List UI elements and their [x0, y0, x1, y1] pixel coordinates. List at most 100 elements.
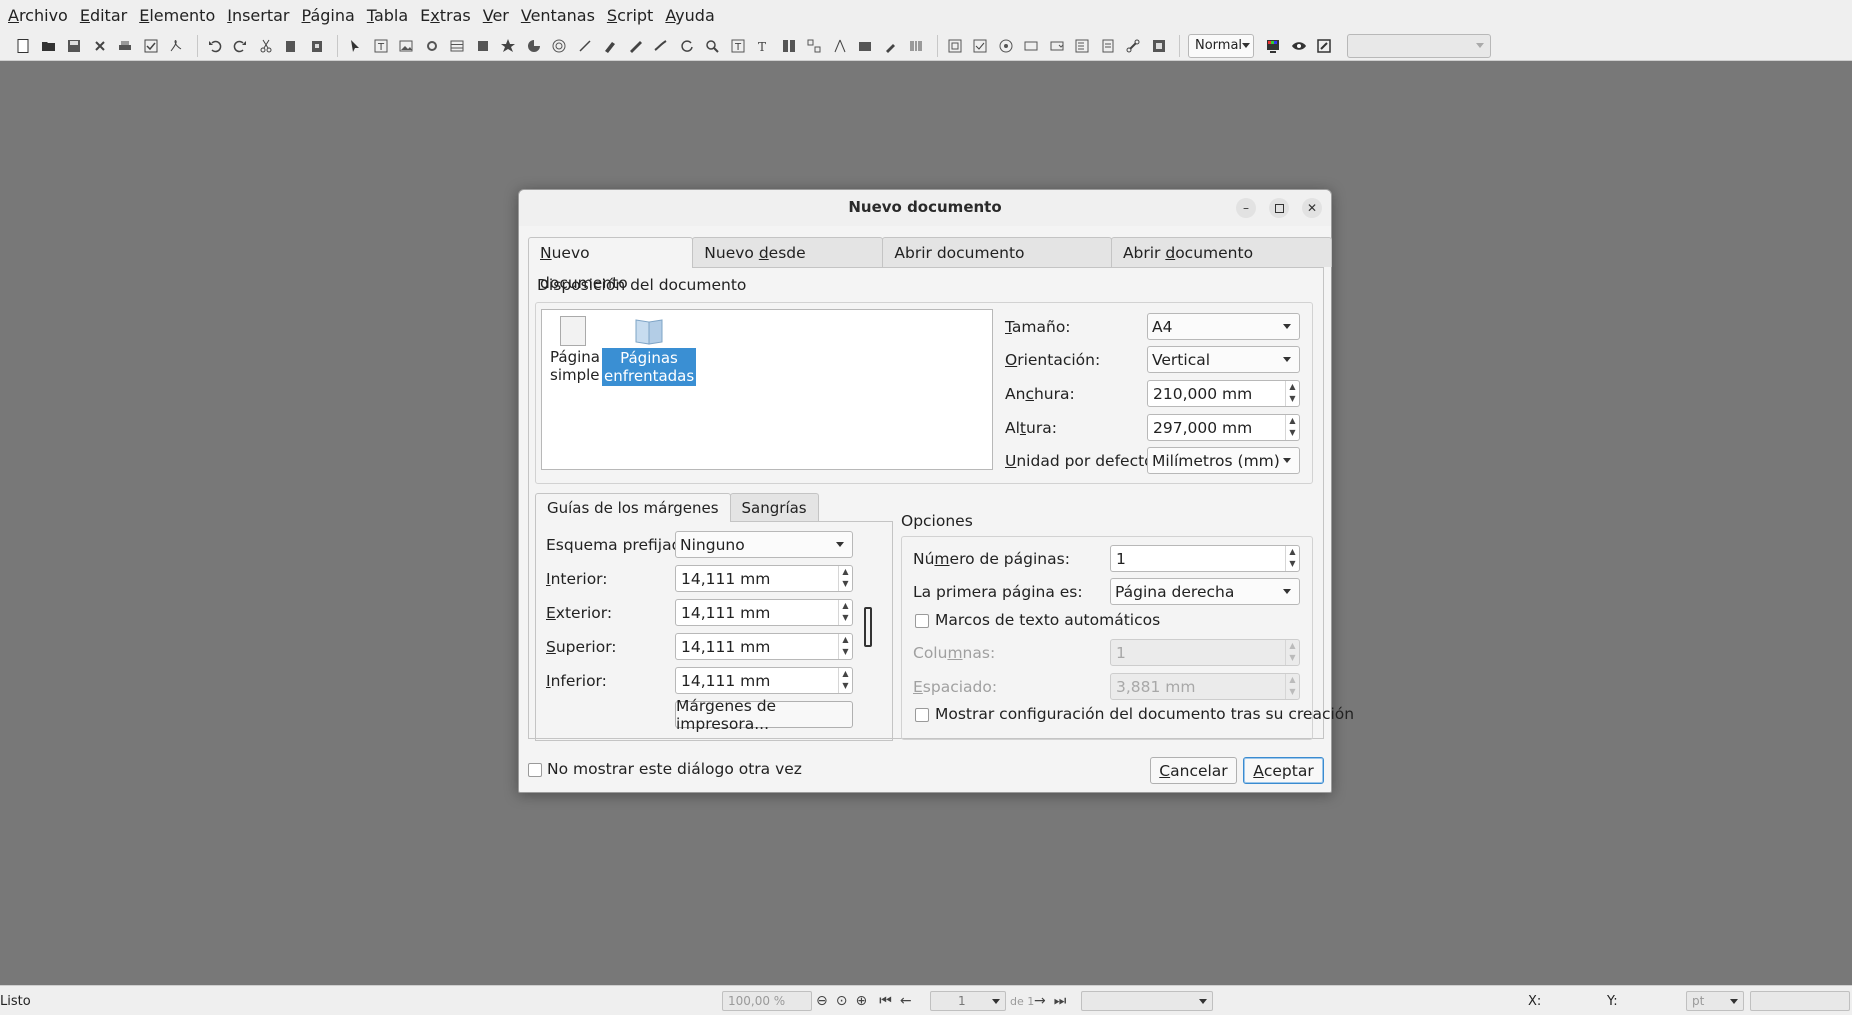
- pdf-combo-box-icon[interactable]: [1046, 35, 1068, 57]
- size-select[interactable]: A4: [1147, 313, 1300, 340]
- line-icon[interactable]: [574, 35, 596, 57]
- top-margin-input[interactable]: 14,111 mm ▲ ▼: [675, 633, 853, 660]
- link-margins-chain-icon[interactable]: [864, 607, 872, 647]
- menu-item[interactable]: Archivo: [2, 0, 74, 31]
- edit-text-icon[interactable]: T: [727, 35, 749, 57]
- menu-item[interactable]: Insertar: [221, 0, 295, 31]
- minimize-button[interactable]: –: [1236, 198, 1256, 218]
- shape-icon[interactable]: [472, 35, 494, 57]
- preview-eye-icon[interactable]: [1288, 35, 1310, 57]
- link-frames-icon[interactable]: [778, 35, 800, 57]
- pdf-list-box-icon[interactable]: [1071, 35, 1093, 57]
- pdf-push-button-icon[interactable]: [944, 35, 966, 57]
- previous-page-icon[interactable]: ←: [900, 993, 912, 1009]
- spin-arrows-icon[interactable]: ▲ ▼: [1285, 381, 1299, 406]
- width-input[interactable]: 210,000 mm ▲ ▼: [1147, 380, 1300, 407]
- spin-arrows-icon[interactable]: ▲ ▼: [838, 566, 852, 591]
- menu-item[interactable]: Tabla: [361, 0, 414, 31]
- zoom-out-icon[interactable]: ⊖: [816, 993, 828, 1009]
- eyedropper-icon[interactable]: [880, 35, 902, 57]
- spacing-input[interactable]: 3,881 mm ▲ ▼: [1110, 673, 1300, 700]
- close-document-icon[interactable]: [89, 35, 111, 57]
- calligraphic-icon[interactable]: [650, 35, 672, 57]
- tab-margin-guides[interactable]: Guías de los márgenes: [535, 493, 731, 522]
- print-icon[interactable]: [114, 35, 136, 57]
- bottom-margin-input[interactable]: 14,111 mm ▲ ▼: [675, 667, 853, 694]
- page-select[interactable]: 1: [930, 991, 1006, 1011]
- next-page-icon[interactable]: →: [1034, 993, 1046, 1009]
- edit-text-story-icon[interactable]: T: [752, 35, 774, 57]
- edit-mode-icon[interactable]: [1313, 35, 1335, 57]
- pdf-annotation-icon[interactable]: [1148, 35, 1170, 57]
- num-pages-input[interactable]: 1 ▲ ▼: [1110, 545, 1300, 572]
- new-document-icon[interactable]: [12, 35, 34, 57]
- arc-icon[interactable]: [523, 35, 545, 57]
- spin-arrows-icon[interactable]: ▲ ▼: [1285, 674, 1299, 699]
- dont-show-checkbox[interactable]: [528, 763, 542, 777]
- tab-open-recent[interactable]: Abrir documento reciente: [1110, 237, 1333, 292]
- first-page-select[interactable]: Página derecha: [1110, 578, 1300, 605]
- menu-item[interactable]: Ver: [477, 0, 515, 31]
- measure-icon[interactable]: [829, 35, 851, 57]
- accept-button[interactable]: Aceptar: [1243, 757, 1324, 784]
- barcode-icon[interactable]: [905, 35, 927, 57]
- zoom-reset-icon[interactable]: ⊙: [836, 993, 848, 1009]
- cut-icon[interactable]: [255, 35, 277, 57]
- open-folder-icon[interactable]: [38, 35, 60, 57]
- tab-new-document[interactable]: Nuevo documento: [528, 237, 694, 292]
- spin-arrows-icon[interactable]: ▲ ▼: [838, 634, 852, 659]
- spin-arrows-icon[interactable]: ▲ ▼: [1285, 546, 1299, 571]
- columns-input[interactable]: 1 ▲ ▼: [1110, 639, 1300, 666]
- pdf-text-field-icon[interactable]: [1020, 35, 1042, 57]
- save-icon[interactable]: [63, 35, 85, 57]
- menu-item[interactable]: Ayuda: [659, 0, 720, 31]
- unit-select[interactable]: Milímetros (mm): [1147, 447, 1300, 474]
- color-management-icon[interactable]: [1262, 35, 1284, 57]
- paste-icon[interactable]: [306, 35, 328, 57]
- menu-item[interactable]: Script: [601, 0, 659, 31]
- pdf-radio-icon[interactable]: [995, 35, 1017, 57]
- freehand-icon[interactable]: [625, 35, 647, 57]
- menu-item[interactable]: Elemento: [133, 0, 221, 31]
- preset-select[interactable]: Ninguno: [675, 531, 853, 558]
- maximize-button[interactable]: [1269, 198, 1289, 218]
- menu-item[interactable]: Ventanas: [515, 0, 601, 31]
- spin-arrows-icon[interactable]: ▲ ▼: [1285, 640, 1299, 665]
- height-input[interactable]: 297,000 mm ▲ ▼: [1147, 414, 1300, 441]
- first-page-icon[interactable]: ⏮: [879, 993, 892, 1009]
- layout-single-page[interactable]: Página simple: [550, 316, 600, 384]
- unit-select[interactable]: pt: [1686, 991, 1744, 1011]
- tab-bleeds[interactable]: Sangrías: [729, 493, 819, 521]
- copy-icon[interactable]: [280, 35, 302, 57]
- table-icon[interactable]: [446, 35, 468, 57]
- show-config-checkbox[interactable]: [915, 708, 929, 722]
- inner-margin-input[interactable]: 14,111 mm ▲ ▼: [675, 565, 853, 592]
- unlink-frames-icon[interactable]: [803, 35, 825, 57]
- spin-arrows-icon[interactable]: ▲ ▼: [1285, 415, 1299, 440]
- preflight-check-icon[interactable]: [140, 35, 162, 57]
- zoom-in-icon[interactable]: ⊕: [855, 993, 867, 1009]
- menu-item[interactable]: Editar: [74, 0, 133, 31]
- last-page-icon[interactable]: ⏭: [1054, 993, 1067, 1009]
- menu-item[interactable]: Extras: [414, 0, 477, 31]
- undo-icon[interactable]: [204, 35, 226, 57]
- image-frame-icon[interactable]: [395, 35, 417, 57]
- preview-visual-select[interactable]: [1346, 33, 1491, 58]
- menu-item[interactable]: Página: [296, 0, 361, 31]
- cancel-button[interactable]: Cancelar: [1150, 757, 1237, 784]
- copy-properties-icon[interactable]: [854, 35, 876, 57]
- zoom-icon[interactable]: [701, 35, 723, 57]
- pdf-link-icon[interactable]: [1122, 35, 1144, 57]
- text-frame-icon[interactable]: T: [370, 35, 392, 57]
- layout-list[interactable]: Página simple Páginas enfrentadas: [541, 309, 993, 470]
- polygon-star-icon[interactable]: [497, 35, 519, 57]
- rotate-icon[interactable]: [676, 35, 698, 57]
- printer-margins-button[interactable]: Márgenes de impresora...: [675, 697, 853, 733]
- view-mode-select[interactable]: Normal: [1188, 33, 1254, 58]
- orientation-select[interactable]: Vertical: [1147, 346, 1300, 373]
- select-pointer-icon[interactable]: [344, 35, 366, 57]
- spin-arrows-icon[interactable]: ▲ ▼: [838, 600, 852, 625]
- tab-open-existing[interactable]: Abrir documento existente: [882, 237, 1112, 292]
- auto-text-frames-checkbox[interactable]: [915, 614, 929, 628]
- render-frame-icon[interactable]: [421, 35, 443, 57]
